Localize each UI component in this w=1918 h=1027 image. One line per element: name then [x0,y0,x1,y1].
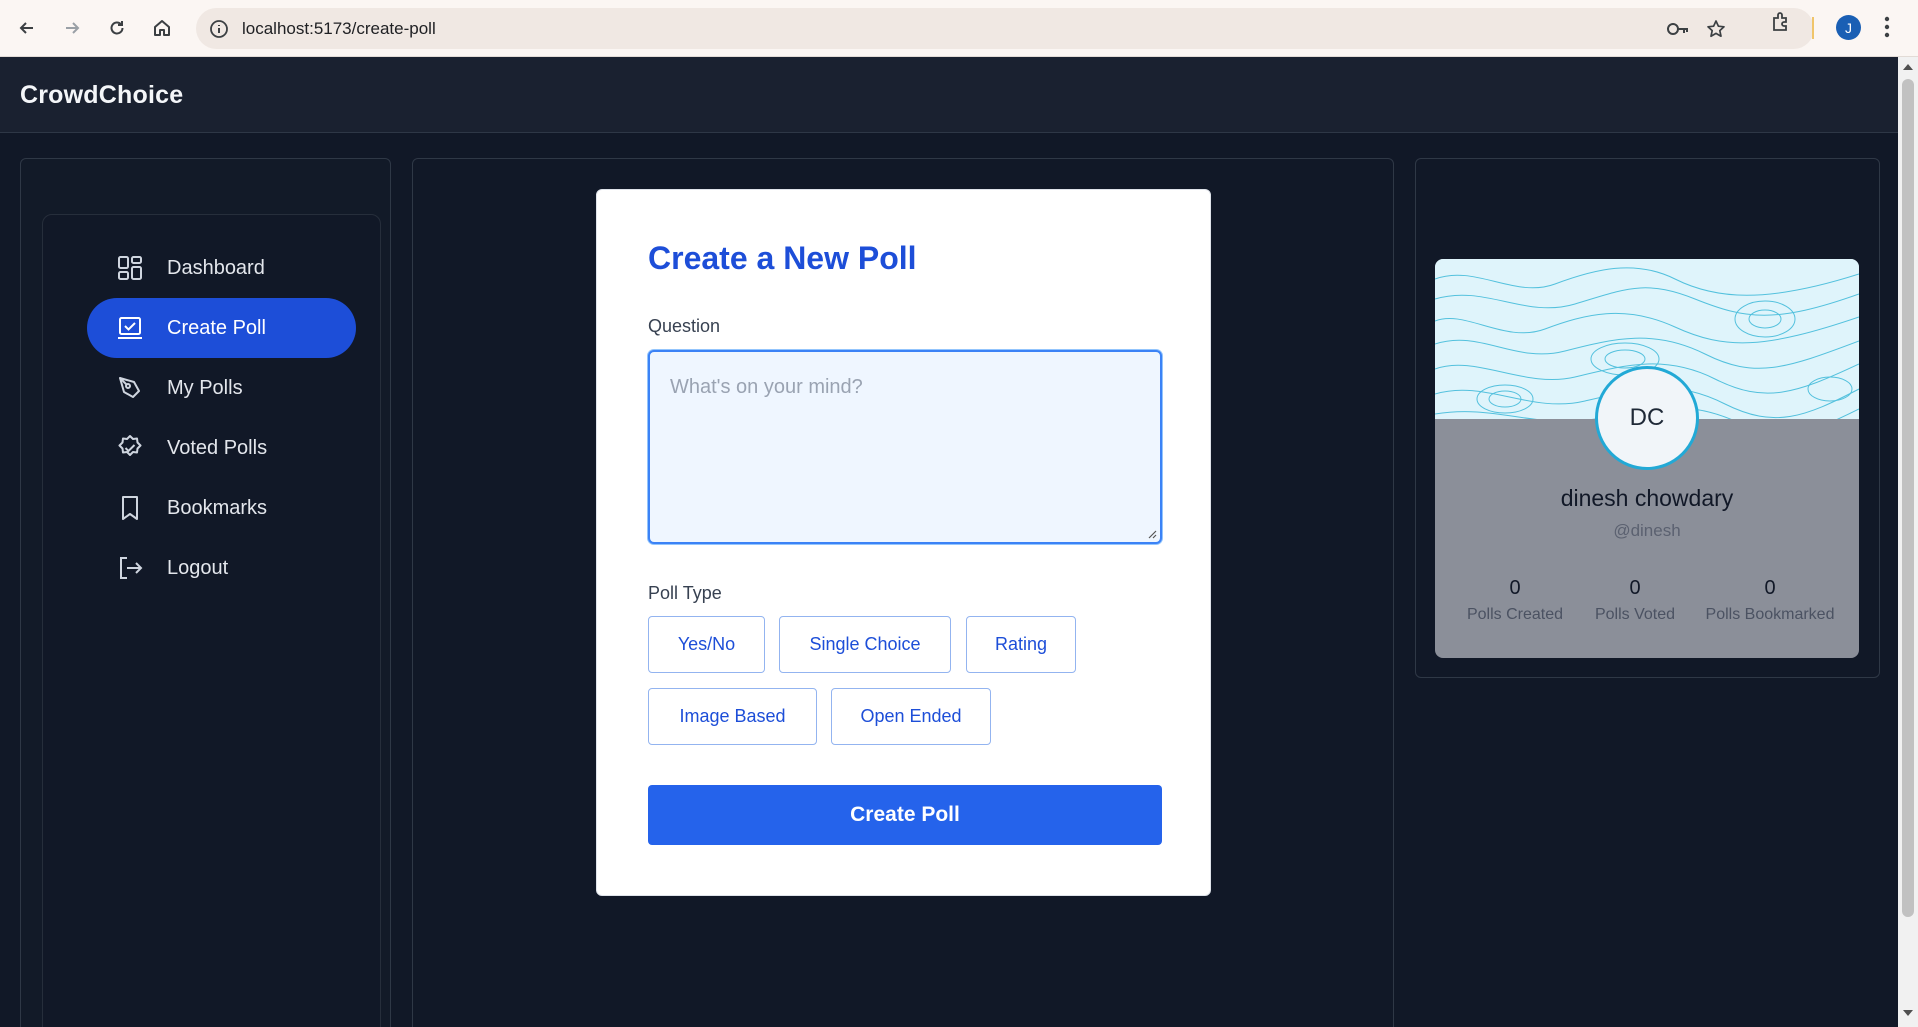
stat-label: Polls Bookmarked [1705,606,1835,623]
stat-value: 0 [1764,577,1776,599]
sidebar-item-label: My Polls [167,377,243,399]
resize-handle-icon[interactable] [1147,529,1157,539]
home-button[interactable] [145,11,179,45]
stat-value: 0 [1509,577,1521,599]
question-label: Question [648,316,721,336]
poll-type-rating[interactable]: Rating [966,616,1076,673]
password-key-icon[interactable] [1666,19,1690,44]
poll-type-image-based[interactable]: Image Based [648,688,817,745]
profile-avatar[interactable]: J [1836,15,1861,40]
sidebar-item-label: Bookmarks [167,497,268,519]
avatar[interactable]: DC [1595,366,1699,470]
poll-type-label: Poll Type [648,583,722,603]
sidebar-panel: Dashboard Create Poll My Polls Voted Pol… [20,158,391,1027]
browser-toolbar: localhost:5173/create-poll J [0,0,1918,57]
scroll-thumb[interactable] [1902,79,1914,917]
question-input[interactable]: What's on your mind? [648,350,1162,544]
create-poll-button[interactable]: Create Poll [648,785,1162,845]
sidebar-item-label: Logout [167,557,229,579]
page-title: Create a New Poll [648,240,917,276]
bookmark-star-icon[interactable] [1706,19,1726,44]
home-icon [154,20,170,36]
sidebar-item-dashboard[interactable]: Dashboard [87,238,356,298]
stat-value: 0 [1629,577,1641,599]
poll-type-open-ended[interactable]: Open Ended [831,688,991,745]
arrow-right-icon [66,22,80,34]
reload-icon [110,21,124,35]
url-text: localhost:5173/create-poll [242,19,436,38]
stat-polls-voted: 0 Polls Voted [1580,577,1690,624]
profile-handle: @dinesh [1613,521,1681,540]
stat-label: Polls Created [1466,606,1564,623]
sidebar-item-bookmarks[interactable]: Bookmarks [87,478,356,538]
dashboard-icon [118,256,142,280]
stat-polls-created: 0 Polls Created [1460,577,1570,624]
page-scrollbar[interactable] [1898,57,1918,1027]
create-poll-form: Create a New Poll Question What's on you… [596,189,1211,896]
poll-type-single-choice[interactable]: Single Choice [779,616,951,673]
sidebar-item-label: Dashboard [167,257,265,279]
bookmark-icon [122,496,138,520]
poll-type-yes-no[interactable]: Yes/No [648,616,765,673]
logout-icon [120,557,143,579]
toolbar-divider [1812,17,1814,39]
kebab-menu-icon[interactable] [1884,16,1890,43]
create-poll-icon [118,317,142,339]
scroll-down-icon[interactable] [1903,1010,1913,1016]
pen-icon [119,377,140,398]
question-placeholder: What's on your mind? [670,376,863,398]
brand-logo[interactable]: CrowdChoice [20,81,183,110]
sidebar-item-logout[interactable]: Logout [87,538,356,598]
sidebar-item-my-polls[interactable]: My Polls [87,358,356,418]
site-info-icon[interactable] [209,19,229,44]
reload-button[interactable] [100,11,134,45]
sidebar-item-label: Voted Polls [167,437,268,459]
stat-polls-bookmarked: 0 Polls Bookmarked [1695,577,1845,624]
forward-button[interactable] [55,11,89,45]
sidebar-item-voted-polls[interactable]: Voted Polls [87,418,356,478]
stat-label: Polls Voted [1594,606,1676,623]
extensions-icon[interactable] [1770,11,1792,38]
badge-check-icon [118,435,142,456]
address-bar[interactable]: localhost:5173/create-poll [196,8,1814,49]
app-header: CrowdChoice [0,57,1898,133]
sidebar-item-create-poll[interactable]: Create Poll [87,298,356,358]
arrow-left-icon [19,22,33,34]
sidebar-item-label: Create Poll [167,317,266,339]
profile-name: dinesh chowdary [1560,485,1734,511]
back-button[interactable] [10,11,44,45]
profile-card: DC dinesh chowdary @dinesh 0 Polls Creat… [1435,259,1859,658]
scroll-up-icon[interactable] [1903,64,1913,70]
